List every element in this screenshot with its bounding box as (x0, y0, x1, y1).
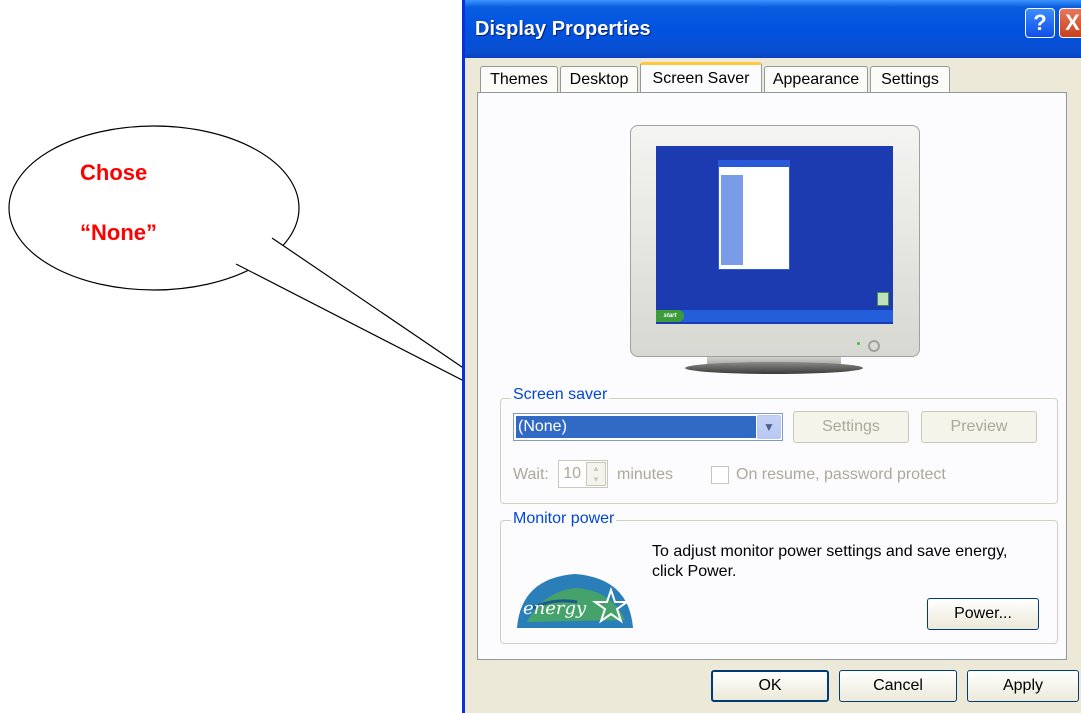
chevron-down-icon[interactable]: ▼ (757, 415, 781, 439)
tab-desktop[interactable]: Desktop (560, 66, 638, 92)
monitor-base (685, 362, 863, 374)
password-protect-checkbox[interactable] (711, 466, 729, 484)
power-button-icon (868, 340, 880, 352)
preview-mini-window (718, 160, 790, 270)
callout-line-1: Chose (80, 160, 148, 185)
minutes-label: minutes (617, 466, 674, 483)
preview-start-button: start (656, 310, 684, 322)
preview-button[interactable]: Preview (921, 411, 1037, 443)
energy-star-logo: energy (517, 574, 633, 628)
monitor-power-description: To adjust monitor power settings and sav… (652, 543, 1008, 580)
monitor-power-group-label: Monitor power (511, 510, 617, 528)
apply-button[interactable]: Apply (967, 670, 1079, 702)
password-protect-label: On resume, password protect (736, 466, 946, 483)
power-led-icon (857, 342, 860, 345)
screen-saver-group-label: Screen saver (511, 386, 610, 404)
title-bar[interactable]: Display Properties ? X (465, 0, 1081, 58)
tab-appearance[interactable]: Appearance (764, 66, 868, 92)
wait-label: Wait: (513, 466, 549, 483)
screen-saver-select[interactable]: (None) ▼ (513, 413, 783, 441)
tab-themes[interactable]: Themes (480, 66, 558, 92)
recycle-bin-icon (877, 292, 889, 306)
screen-saver-selected-value: (None) (516, 416, 756, 438)
preview-taskbar (656, 310, 893, 322)
callout-line-2: “None” (80, 220, 157, 245)
tab-settings[interactable]: Settings (870, 66, 950, 92)
close-button[interactable]: X (1059, 8, 1081, 38)
wait-spinner-icon[interactable]: ▲ ▼ (586, 462, 606, 486)
settings-button[interactable]: Settings (793, 411, 909, 443)
cancel-button[interactable]: Cancel (839, 670, 957, 702)
tab-screen-saver[interactable]: Screen Saver (640, 62, 762, 92)
energy-logo-text: energy (523, 598, 587, 619)
power-button[interactable]: Power... (927, 598, 1039, 630)
ok-button[interactable]: OK (711, 670, 829, 702)
help-button[interactable]: ? (1025, 8, 1055, 38)
window-title: Display Properties (475, 18, 651, 40)
